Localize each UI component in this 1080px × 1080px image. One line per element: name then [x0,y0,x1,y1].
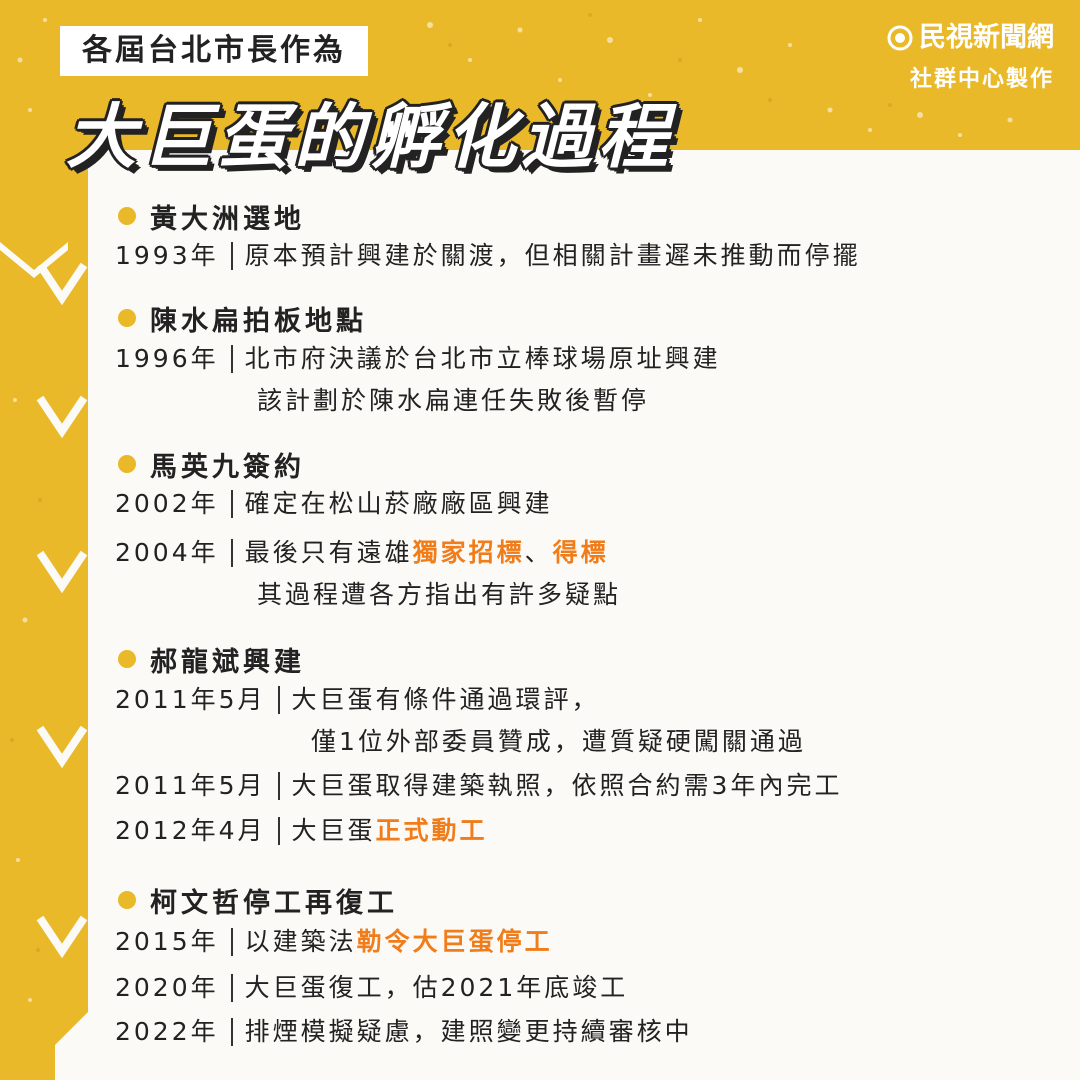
timeline-row-continued: 其過程遭各方指出有許多疑點 [257,572,621,618]
bullet-dot [118,207,136,225]
row-date: 2012年4月 [115,816,266,845]
row-date: 2011年5月 [115,771,266,800]
row-date: 2020年 [115,973,219,1002]
row-date: 1993年 [115,241,219,270]
row-text: 該計劃於陳水扁連任失敗後暫停 [257,386,650,415]
row-divider [277,772,280,800]
timeline-row: 2011年5月 大巨蛋取得建築執照，依照合約需3年內完工 [115,763,842,809]
timeline-row: 2022年 排煙模擬疑慮，建照變更持續審核中 [115,1009,693,1055]
row-text: 大巨蛋正式動工 [292,808,488,854]
infographic: 各屆台北市長作為 民視新聞網 社群中心製作 大巨蛋的孵化過程 黃大洲選地 199… [0,0,1080,1080]
timeline-row: 1993年 原本預計興建於關渡，但相關計畫遲未推動而停擺 [115,233,861,279]
row-text: 以建築法勒令大巨蛋停工 [245,919,553,965]
ftv-logo-icon [887,25,913,51]
section-huang: 黃大洲選地 [118,196,305,236]
row-divider [277,817,280,845]
row-divider [230,242,233,270]
row-text-pre: 大巨蛋 [291,816,376,845]
row-text: 僅1位外部委員贊成，遭質疑硬闖關通過 [311,727,806,756]
brand: 民視新聞網 社群中心製作 [887,20,1054,96]
row-text: 北市府決議於台北市立棒球場原址興建 [244,344,721,373]
row-date: 2022年 [115,1017,219,1046]
row-text-mid: 、 [524,538,553,567]
row-divider [277,686,280,714]
row-text: 原本預計興建於關渡，但相關計畫遲未推動而停擺 [244,241,861,270]
brand-name: 民視新聞網 [919,22,1054,53]
section-title: 郝龍斌興建 [150,646,305,678]
bullet-dot [118,455,136,473]
row-date: 2004年 [115,538,219,567]
row-text-pre: 最後只有遠雄 [244,538,413,567]
highlight-text: 得標 [552,538,609,567]
section-hau: 郝龍斌興建 [118,639,305,679]
row-date: 2015年 [115,927,219,956]
row-text: 大巨蛋復工，估2021年底竣工 [244,973,629,1002]
row-text: 大巨蛋有條件通過環評， [291,685,600,714]
section-title: 柯文哲停工再復工 [150,887,398,919]
row-divider [230,928,233,956]
bullet-dot [118,309,136,327]
section-chen: 陳水扁拍板地點 [118,298,367,338]
timeline-row: 2011年5月 大巨蛋有條件通過環評， [115,677,600,723]
row-date: 2011年5月 [115,685,266,714]
row-text: 大巨蛋取得建築執照，依照合約需3年內完工 [291,771,843,800]
row-date: 1996年 [115,344,219,373]
timeline-row: 1996年 北市府決議於台北市立棒球場原址興建 [115,336,721,382]
header-tag: 各屆台北市長作為 [60,26,368,76]
section-title: 馬英九簽約 [150,451,305,483]
row-text: 確定在松山菸廠廠區興建 [244,489,553,518]
timeline-row-continued: 僅1位外部委員贊成，遭質疑硬闖關通過 [311,719,806,765]
timeline-row: 2015年 以建築法勒令大巨蛋停工 [115,919,553,965]
timeline-row: 2004年 最後只有遠雄獨家招標、得標 [115,530,609,576]
timeline-row-continued: 該計劃於陳水扁連任失敗後暫停 [257,378,649,424]
row-text: 最後只有遠雄獨家招標、得標 [245,530,609,576]
highlight-text: 獨家招標 [412,538,525,567]
bullet-dot [118,650,136,668]
timeline-row: 2020年 大巨蛋復工，估2021年底竣工 [115,965,628,1011]
row-divider [230,974,233,1002]
page-title: 大巨蛋的孵化過程 [66,96,674,178]
timeline-row: 2002年 確定在松山菸廠廠區興建 [115,481,553,527]
section-title: 黃大洲選地 [150,203,305,235]
row-date: 2002年 [115,489,219,518]
row-text-pre: 以建築法 [244,927,357,956]
timeline-row: 2012年4月 大巨蛋正式動工 [115,808,488,854]
row-text: 其過程遭各方指出有許多疑點 [257,580,622,609]
row-divider [230,539,233,567]
section-ma: 馬英九簽約 [118,444,305,484]
highlight-text: 勒令大巨蛋停工 [356,927,553,956]
row-divider [230,345,233,373]
brand-credit: 社群中心製作 [909,67,1054,92]
row-divider [230,1018,233,1046]
row-divider [230,490,233,518]
row-text: 排煙模擬疑慮，建照變更持續審核中 [244,1017,693,1046]
section-title: 陳水扁拍板地點 [150,305,367,337]
section-ko: 柯文哲停工再復工 [118,880,398,920]
highlight-text: 正式動工 [375,816,488,845]
bullet-dot [118,891,136,909]
